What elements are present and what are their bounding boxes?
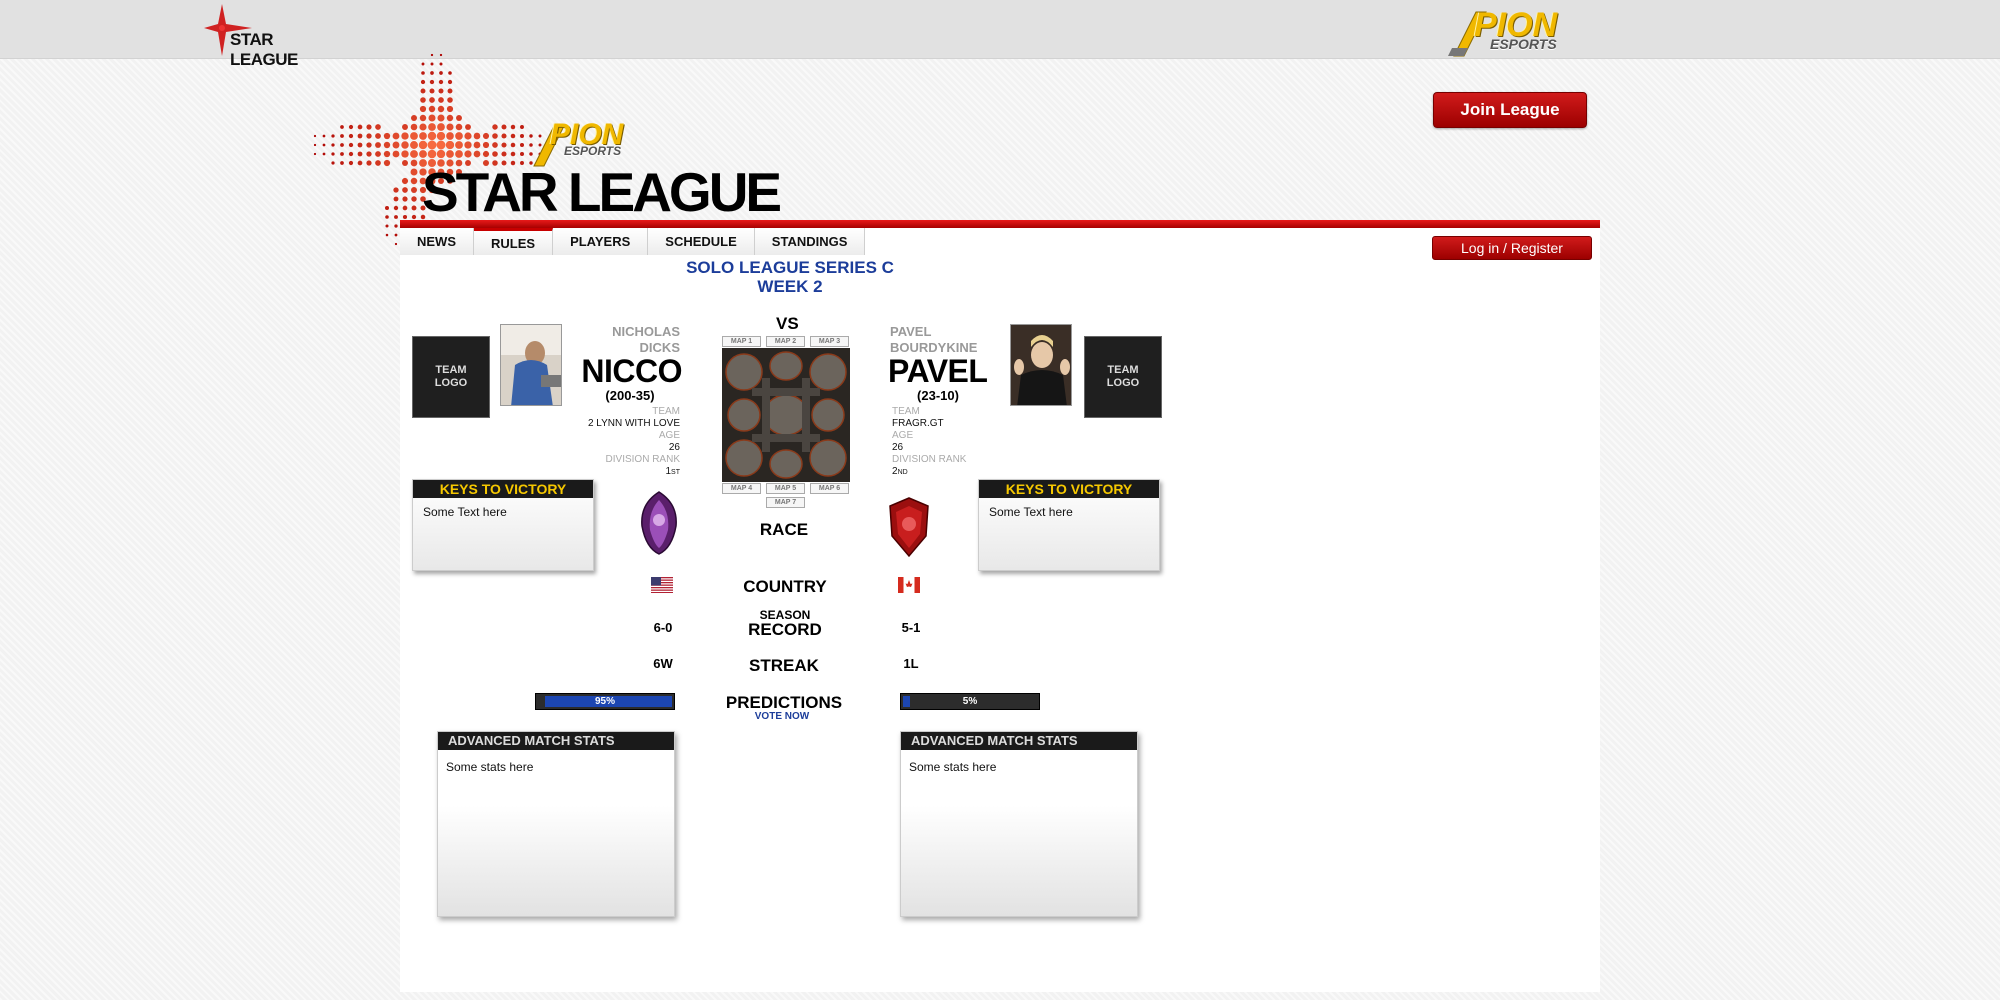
- player2-career-record: (23-10): [917, 388, 959, 403]
- player1-rank: 1ST: [560, 466, 680, 479]
- player1-photo-image: [501, 325, 561, 405]
- streak-label: STREAK: [749, 656, 819, 675]
- player2-advanced-text: Some stats here: [909, 760, 997, 774]
- player2-meta: TEAM FRAGR.GT AGE 26 DIVISION RANK 2ND: [892, 406, 1012, 479]
- nav-rules[interactable]: RULES: [474, 228, 554, 255]
- team-logo-right-line2: LOGO: [1106, 377, 1140, 389]
- player2-age-label: AGE: [892, 430, 914, 441]
- map-tab-7[interactable]: MAP 7: [766, 497, 805, 508]
- header-divider: [400, 220, 1600, 228]
- nav-standings[interactable]: STANDINGS: [754, 228, 866, 255]
- esports-header-text: ESPORTS: [564, 144, 622, 158]
- player1-first-name: NICHOLAS: [612, 324, 680, 339]
- player2-age: 26: [892, 442, 904, 453]
- player2-photo[interactable]: [1010, 324, 1072, 406]
- nav-schedule[interactable]: SCHEDULE: [648, 228, 755, 255]
- player1-handle[interactable]: NICCO: [560, 354, 682, 388]
- join-league-button[interactable]: Join League: [1433, 92, 1587, 128]
- player2-keys-to-victory: KEYS TO VICTORY Some Text here: [978, 479, 1160, 571]
- player1-team: 2 LYNN WITH LOVE: [587, 418, 680, 429]
- player2-rank-label: DIVISION RANK: [892, 454, 967, 465]
- nav-players[interactable]: PLAYERS: [553, 228, 649, 255]
- player1-prediction-bar[interactable]: 95%: [535, 693, 675, 710]
- player1-age: 26: [668, 442, 680, 453]
- player2-advanced-stats: ADVANCED MATCH STATS Some stats here: [900, 731, 1138, 917]
- player1-season-record: 6-0: [653, 620, 673, 635]
- map-tab-2[interactable]: MAP 2: [766, 336, 805, 347]
- week-title: WEEK 2: [757, 277, 823, 296]
- player2-team: FRAGR.GT: [892, 418, 944, 429]
- team-logo-left-line1: TEAM: [435, 364, 467, 376]
- player2-info: PAVEL BOURDYKINE: [890, 324, 1010, 356]
- pion-esports-logo-top[interactable]: PION ESPORTS: [1446, 4, 1576, 64]
- player1-rank-suffix: ST: [671, 469, 680, 476]
- player1-meta: TEAM 2 LYNN WITH LOVE AGE 26 DIVISION RA…: [560, 406, 680, 479]
- us-flag-icon: [651, 577, 673, 593]
- player2-rank: 2ND: [892, 466, 1012, 479]
- player2-streak: 1L: [903, 656, 919, 671]
- map-tab-4[interactable]: MAP 4: [722, 483, 761, 494]
- player1-rank-label: DIVISION RANK: [605, 454, 680, 465]
- map-tab-5[interactable]: MAP 5: [766, 483, 805, 494]
- team-logo-right[interactable]: TEAM LOGO: [1084, 336, 1162, 418]
- player1-streak: 6W: [653, 656, 673, 671]
- player1-keys-header: KEYS TO VICTORY: [413, 480, 593, 498]
- vote-now-link[interactable]: VOTE NOW: [744, 711, 820, 722]
- player1-age-label: AGE: [658, 430, 680, 441]
- predictions-label: PREDICTIONS: [725, 693, 843, 712]
- player2-team-label: TEAM: [892, 406, 920, 417]
- player1-advanced-text: Some stats here: [446, 760, 534, 774]
- team-logo-left[interactable]: TEAM LOGO: [412, 336, 490, 418]
- race-label: RACE: [759, 520, 809, 539]
- map-preview[interactable]: [722, 348, 850, 482]
- player2-prediction-text: 5%: [962, 696, 978, 707]
- map-tab-3[interactable]: MAP 3: [810, 336, 849, 347]
- player2-season-record: 5-1: [901, 620, 921, 635]
- player1-photo[interactable]: [500, 324, 562, 406]
- player1-keys-text: Some Text here: [423, 505, 507, 519]
- player2-first-name: PAVEL: [890, 324, 932, 339]
- vs-label: VS: [776, 314, 799, 333]
- map-tab-1[interactable]: MAP 1: [722, 336, 761, 347]
- player2-handle[interactable]: PAVEL: [888, 354, 1010, 388]
- map-image: [722, 348, 850, 482]
- esports-text: ESPORTS: [1490, 36, 1557, 52]
- map-tab-6[interactable]: MAP 6: [810, 483, 849, 494]
- player1-career-record: (200-35): [605, 388, 655, 403]
- player1-info: NICHOLAS DICKS: [560, 324, 680, 356]
- match-title: SOLO LEAGUE SERIES C WEEK 2: [640, 258, 940, 296]
- terran-icon: [889, 497, 929, 558]
- nav-news[interactable]: NEWS: [400, 228, 474, 255]
- player2-keys-header: KEYS TO VICTORY: [979, 480, 1159, 498]
- player2-keys-text: Some Text here: [989, 505, 1073, 519]
- site-title: STAR LEAGUE: [422, 161, 782, 223]
- country-label: COUNTRY: [743, 577, 827, 596]
- team-logo-left-line2: LOGO: [434, 377, 468, 389]
- player2-advanced-header: ADVANCED MATCH STATS: [901, 732, 1137, 750]
- player2-prediction-bar[interactable]: 5%: [900, 693, 1040, 710]
- player1-keys-to-victory: KEYS TO VICTORY Some Text here: [412, 479, 594, 571]
- main-nav: NEWS RULES PLAYERS SCHEDULE STANDINGS: [400, 228, 866, 255]
- team-logo-right-line1: TEAM: [1107, 364, 1139, 376]
- zerg-icon: [641, 491, 677, 555]
- record-label: RECORD: [748, 620, 822, 639]
- player2-rank-suffix: ND: [897, 469, 908, 476]
- player2-photo-image: [1011, 325, 1071, 405]
- player1-team-label: TEAM: [652, 406, 680, 417]
- player1-advanced-stats: ADVANCED MATCH STATS Some stats here: [437, 731, 675, 917]
- player1-prediction-text: 95%: [594, 696, 615, 707]
- canada-flag-icon: [898, 577, 920, 593]
- login-register-button[interactable]: Log in / Register: [1432, 236, 1592, 260]
- series-title: SOLO LEAGUE SERIES C: [686, 258, 894, 277]
- player1-advanced-header: ADVANCED MATCH STATS: [438, 732, 674, 750]
